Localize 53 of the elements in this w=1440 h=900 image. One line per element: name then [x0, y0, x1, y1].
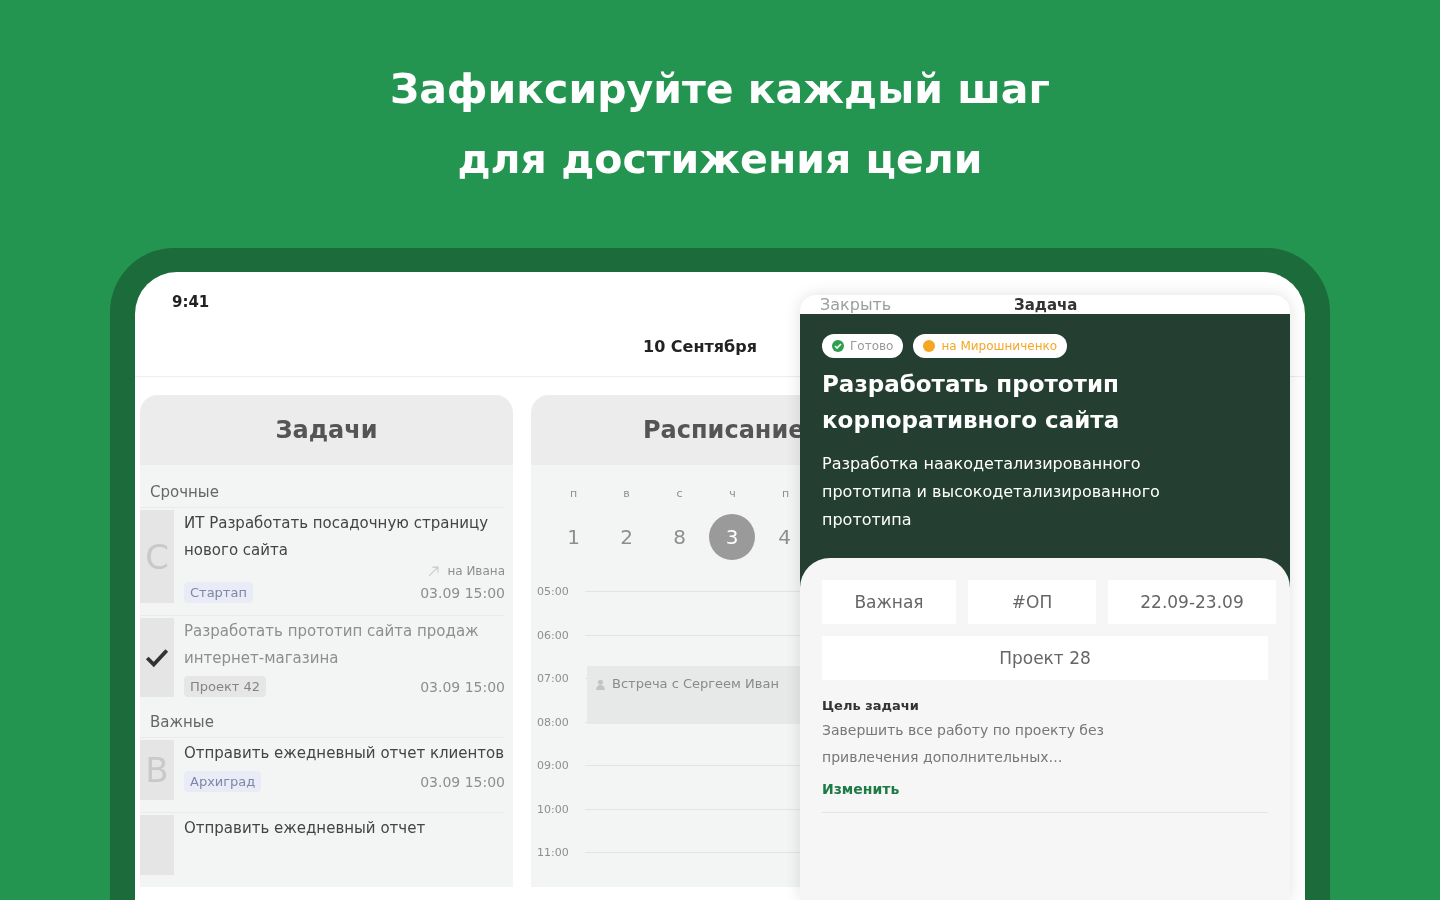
- weekday-label: ч: [728, 487, 737, 500]
- task-title: Отправить ежедневный отчет: [184, 818, 427, 839]
- goal-label: Цель задачи: [822, 698, 920, 713]
- task-tag: Стартап: [184, 582, 253, 603]
- day-number[interactable]: 1: [547, 514, 600, 560]
- task-time: 03.09 15:00: [420, 773, 505, 790]
- task-time: 03.09 15:00: [420, 584, 505, 601]
- hour-label: 10:00: [537, 802, 570, 816]
- hour-label: 07:00: [537, 672, 570, 686]
- group-label: Срочные: [149, 482, 220, 503]
- hour-label: 05:00: [537, 585, 570, 599]
- weekday-label: п: [780, 487, 791, 500]
- day-number[interactable]: 8: [653, 514, 706, 560]
- task-card[interactable]: Отправить ежедневный отчет: [140, 812, 505, 881]
- task-heading: Разработать прототип корпоративного сайта: [821, 370, 1121, 435]
- task-title: Разработать прототип сайта продаж интернет-магазина: [184, 621, 480, 669]
- weekday-label: с: [675, 487, 684, 500]
- weekday-label: в: [622, 487, 631, 500]
- sheet-title: Задача: [1014, 295, 1078, 314]
- task-card[interactable]: Разработать прототип сайта продаж интернет-магазина Проект 42 03.09 15:00: [140, 615, 505, 703]
- day-number[interactable]: 3: [709, 514, 755, 560]
- task-tag: Архиград: [184, 771, 262, 792]
- status-badge: Готово: [822, 334, 904, 358]
- edit-link[interactable]: Изменить: [822, 781, 900, 797]
- task-title: ИТ Разработать посадочную страницу нового сайта: [184, 513, 490, 561]
- hour-label: 08:00: [537, 715, 570, 729]
- date-title: 10 Сентября: [643, 336, 757, 356]
- task-assignee: на Ивана: [447, 564, 505, 578]
- day-number[interactable]: 2: [600, 514, 653, 560]
- headline: Зафиксируйте каждый шаг: [390, 64, 1050, 114]
- task-time: 03.09 15:00: [420, 678, 505, 695]
- group-label: Важные: [149, 712, 215, 733]
- person-icon: [595, 679, 606, 690]
- goal-text: Завершить все работу по проекту без привлечения дополнительных…: [822, 721, 1106, 767]
- priority-marker: [140, 815, 174, 875]
- task-description: Разработка наакодетализированного прототипа и высокодетализированного прототипа: [821, 453, 1161, 531]
- detail-chip[interactable]: #ОП: [968, 580, 1096, 624]
- detail-chip[interactable]: Важная: [822, 580, 956, 624]
- hour-label: 09:00: [537, 759, 570, 773]
- panel-title: Задачи: [275, 416, 378, 444]
- hour-label: 06:00: [537, 628, 570, 642]
- close-button[interactable]: Закрыть: [820, 295, 892, 314]
- weekday-label: п: [568, 487, 579, 500]
- task-tag: Проект 42: [184, 676, 267, 697]
- task-title: Отправить ежедневный отчет клиентов: [184, 743, 505, 764]
- status-badge: на Мирошниченко: [913, 334, 1068, 358]
- project-chip[interactable]: Проект 28: [822, 636, 1268, 680]
- arrow-icon: [428, 565, 440, 577]
- detail-chip[interactable]: 22.09-23.09: [1108, 580, 1276, 624]
- hour-label: 11:00: [537, 846, 570, 860]
- status-time: 9:41: [172, 293, 210, 311]
- headline: для достижения цели: [457, 134, 983, 184]
- panel-title: Расписание: [643, 416, 805, 444]
